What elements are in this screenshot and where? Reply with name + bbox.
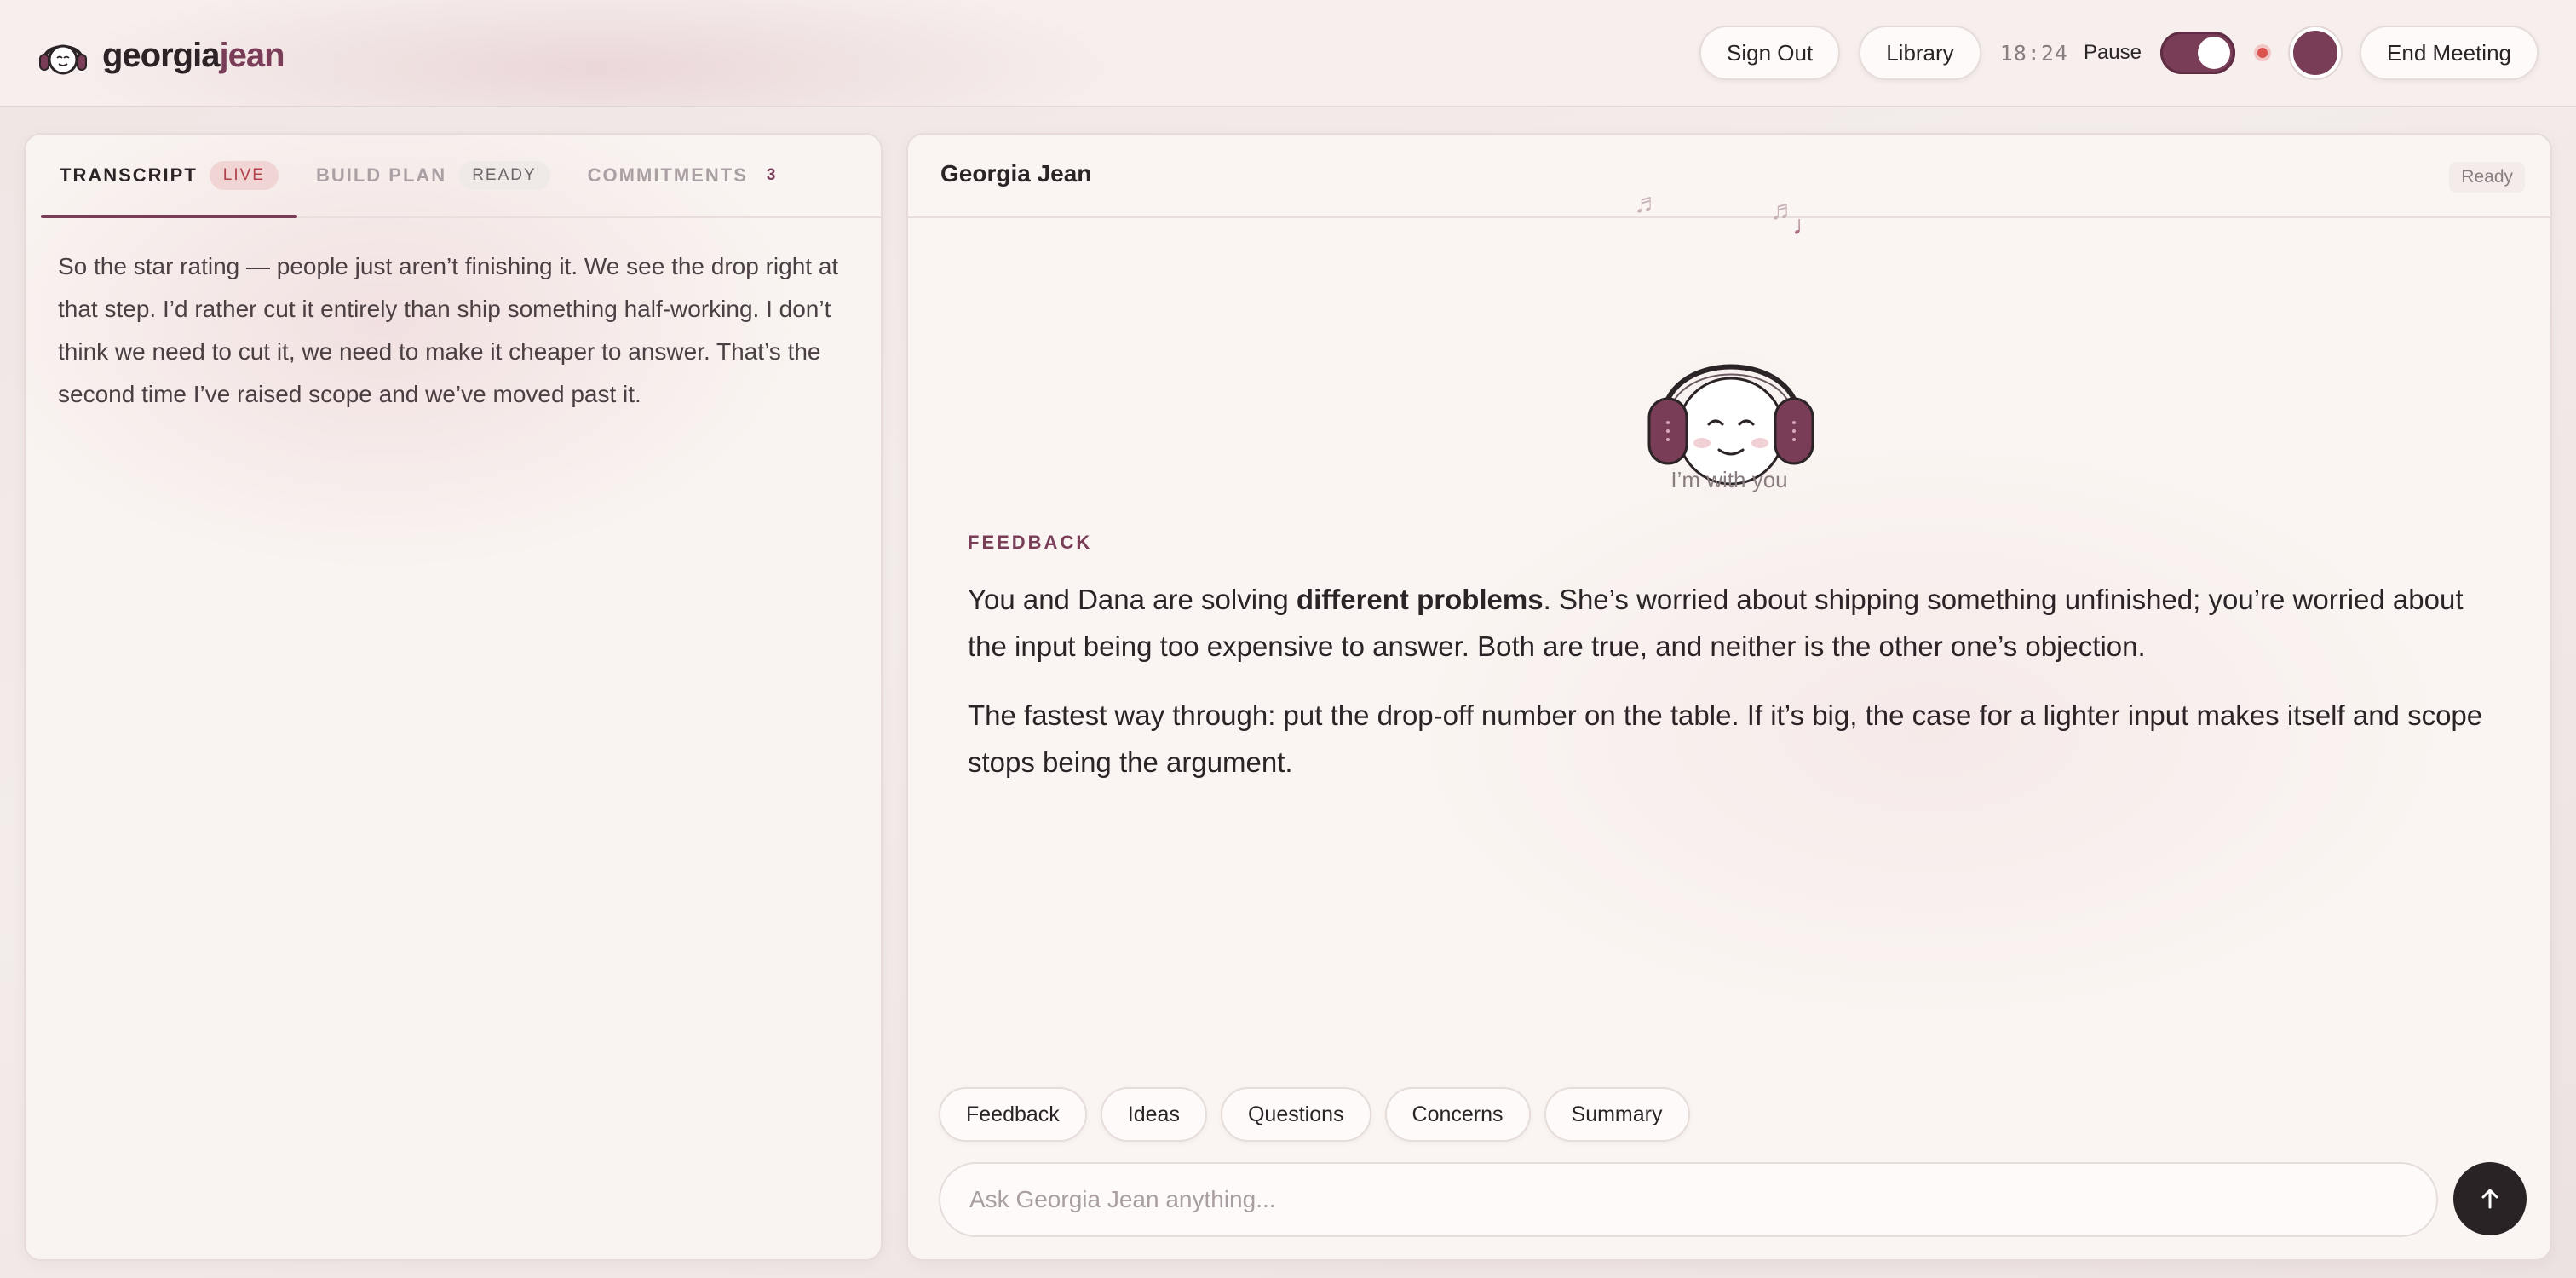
quick-prompts: Feedback Ideas Questions Concerns Summar…	[939, 1087, 1690, 1142]
feedback-body: You and Dana are solving different probl…	[968, 576, 2493, 808]
status-badge: Ready	[2449, 162, 2525, 193]
pause-label: Pause	[2083, 41, 2142, 64]
tab-build-plan[interactable]: BUILD PLAN READY	[297, 135, 569, 216]
text-segment: You and Dana are solving	[968, 584, 1297, 615]
send-button[interactable]	[2453, 1162, 2527, 1235]
brand-name: georgiajean	[102, 37, 285, 75]
mascot-caption: I’m with you	[1670, 467, 1788, 492]
tab-label: COMMITMENTS	[587, 164, 748, 186]
chip-summary[interactable]: Summary	[1544, 1087, 1690, 1142]
pause-toggle[interactable]	[2160, 32, 2236, 74]
chip-ideas[interactable]: Ideas	[1100, 1087, 1207, 1142]
recording-indicator-icon	[2254, 44, 2272, 61]
assistant-header: Georgia Jean Ready	[908, 135, 2550, 218]
library-button[interactable]: Library	[1859, 26, 1981, 80]
chip-concerns[interactable]: Concerns	[1384, 1087, 1531, 1142]
header-controls: Sign Out Library 18:24 Pause End Meeting	[1699, 24, 2539, 82]
panel-tabs: TRANSCRIPT LIVE BUILD PLAN READY COMMITM…	[41, 135, 881, 218]
chip-questions[interactable]: Questions	[1220, 1087, 1371, 1142]
meeting-timer: 18:24	[1999, 40, 2068, 66]
avatar[interactable]	[2290, 27, 2342, 78]
count-badge: 3	[766, 166, 778, 184]
tab-transcript[interactable]: TRANSCRIPT LIVE	[41, 135, 297, 218]
music-note-icon: ♩	[1792, 210, 1820, 240]
music-note-icon: ♬	[1634, 187, 1661, 218]
section-label: FEEDBACK	[968, 532, 1093, 553]
assistant-name: Georgia Jean	[940, 160, 1092, 187]
headphones-face-icon	[39, 44, 87, 75]
tab-label: BUILD PLAN	[315, 164, 447, 186]
brand[interactable]: georgiajean	[37, 32, 285, 78]
assistant-panel: Georgia Jean Ready ♬ ♬ ♩ I’m with you FE…	[906, 133, 2552, 1261]
brand-name-accent: jean	[219, 36, 285, 74]
app-header: georgiajean Sign Out Library 18:24 Pause…	[0, 0, 2576, 107]
ready-badge: READY	[458, 161, 550, 190]
tab-commitments[interactable]: COMMITMENTS 3	[569, 135, 803, 216]
brand-name-main: georgia	[102, 36, 220, 74]
end-meeting-button[interactable]: End Meeting	[2360, 26, 2539, 80]
toggle-knob	[2198, 37, 2231, 69]
feedback-paragraph: The fastest way through: put the drop-of…	[968, 699, 2483, 778]
feedback-paragraph: You and Dana are solving different probl…	[968, 576, 2493, 670]
emphasis-text: different problems	[1296, 584, 1544, 615]
ask-input[interactable]	[939, 1162, 2438, 1237]
arrow-up-icon	[2481, 1189, 2498, 1209]
chip-feedback[interactable]: Feedback	[939, 1087, 1087, 1142]
tab-label: TRANSCRIPT	[60, 164, 198, 186]
transcript-panel: TRANSCRIPT LIVE BUILD PLAN READY COMMITM…	[24, 133, 883, 1261]
transcript-text: So the star rating — people just aren’t …	[58, 253, 839, 407]
live-badge: LIVE	[209, 161, 279, 190]
sign-out-button[interactable]: Sign Out	[1699, 26, 1841, 80]
